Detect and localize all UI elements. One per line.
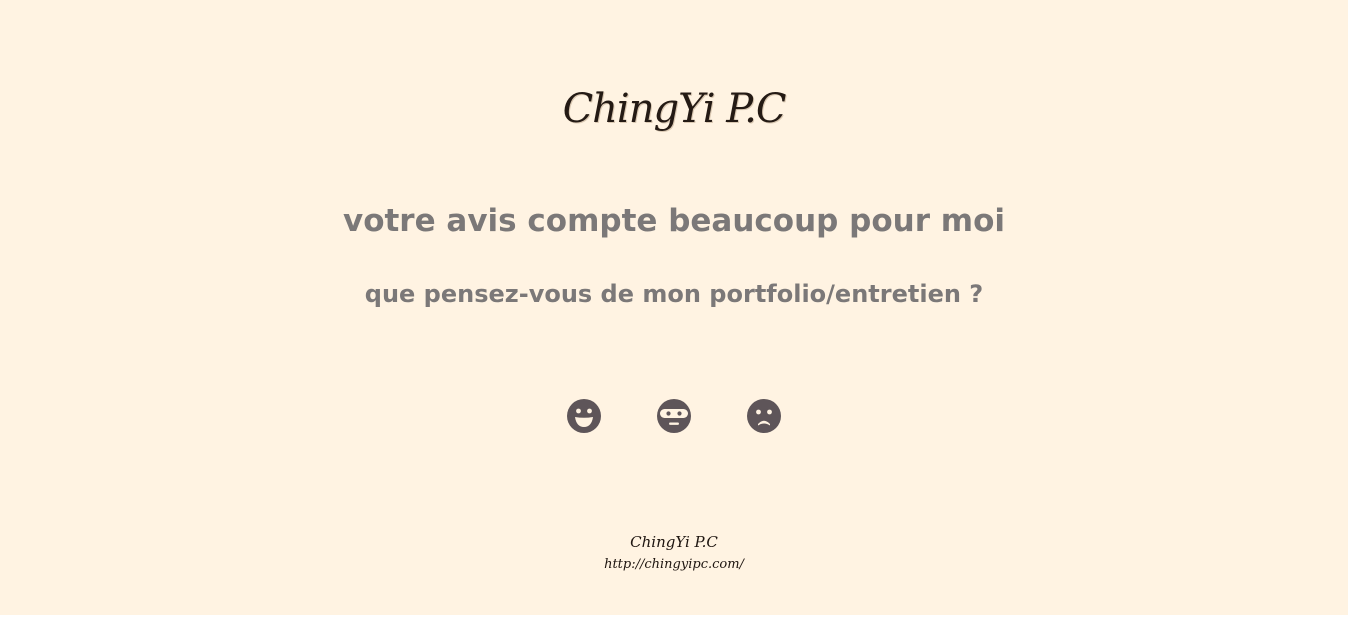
- footer-url-link[interactable]: http://chingyipc.com/: [0, 557, 1348, 572]
- site-logo: ChingYi P.C: [562, 86, 787, 132]
- page-background: ChingYi P.C votre avis compte beaucoup p…: [0, 0, 1348, 615]
- feedback-question: que pensez-vous de mon portfolio/entreti…: [364, 280, 984, 308]
- footer-name: ChingYi P.C: [630, 533, 718, 551]
- neutral-face-icon[interactable]: [656, 398, 692, 434]
- sad-face-icon[interactable]: [746, 398, 782, 434]
- feedback-headline: votre avis compte beaucoup pour moi: [342, 203, 1006, 239]
- happy-face-icon[interactable]: [566, 398, 602, 434]
- rating-options: [0, 398, 1348, 434]
